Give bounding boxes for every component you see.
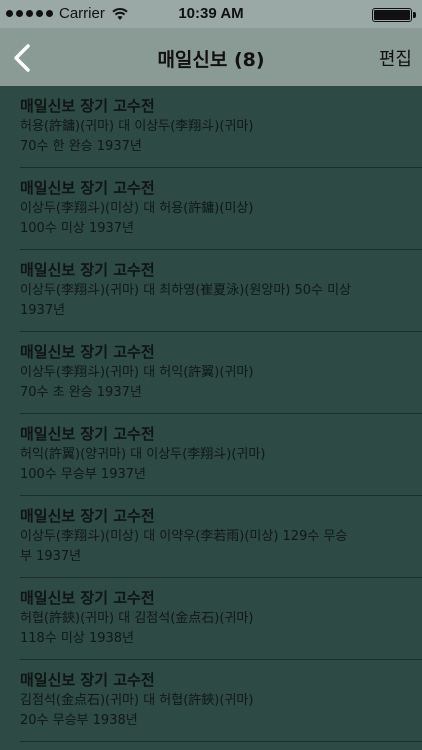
item-title: 매일신보 장기 고수전 — [20, 507, 155, 525]
list-item[interactable]: 매일신보 장기 고수전 허용(許鏞)(귀마) 대 이상두(李翔斗)(귀마) 70… — [0, 86, 422, 168]
list-item[interactable]: 매일신보 장기 고수전 허익(許翼)(양귀마) 대 이상두(李翔斗)(귀마) 1… — [0, 414, 422, 496]
item-result: 70수 한 완승 1937년 — [20, 139, 142, 154]
item-title: 매일신보 장기 고수전 — [20, 179, 155, 197]
chevron-left-icon — [14, 44, 30, 72]
status-time: 10:39 AM — [178, 5, 244, 22]
list-item[interactable]: 매일신보 장기 고수전 이상두(李翔斗)(귀마) 대 허익(許翼)(귀마) 70… — [0, 332, 422, 414]
item-detail: 허협(許鋏)(귀마) 대 김점석(金点石)(귀마) — [20, 611, 254, 626]
item-result: 118수 미상 1938년 — [20, 631, 135, 646]
item-detail: 이상두(李翔斗)(미상) 대 이약우(李若雨)(미상) 129수 무승 — [20, 529, 348, 544]
item-detail: 이상두(李翔斗)(미상) 대 허용(許鏞)(미상) — [20, 201, 254, 216]
item-title: 매일신보 장기 고수전 — [20, 589, 155, 607]
list-item[interactable]: 매일신보 장기 고수전 이상두(李翔斗)(귀마) 대 최하영(崔夏泳)(원앙마)… — [0, 250, 422, 332]
list-item[interactable]: 매일신보 장기 고수전 이상두(李翔斗)(미상) 대 허용(許鏞)(미상) 10… — [0, 168, 422, 250]
item-detail: 이상두(李翔斗)(귀마) 대 최하영(崔夏泳)(원앙마) 50수 미상 — [20, 283, 352, 298]
battery-icon — [372, 8, 416, 22]
item-detail: 허용(許鏞)(귀마) 대 이상두(李翔斗)(귀마) — [20, 119, 254, 134]
edit-button[interactable]: 편집 — [379, 45, 412, 71]
item-title: 매일신보 장기 고수전 — [20, 343, 155, 361]
item-detail: 김점석(金点石)(귀마) 대 허협(許鋏)(귀마) — [20, 693, 254, 708]
item-result: 100수 미상 1937년 — [20, 221, 135, 236]
game-list: 매일신보 장기 고수전 허용(許鏞)(귀마) 대 이상두(李翔斗)(귀마) 70… — [0, 86, 422, 742]
page-title: 매일신보 (8) — [157, 49, 265, 71]
navigation-bar: 매일신보 (8) 편집 — [0, 28, 422, 86]
item-result: 70수 초 완승 1937년 — [20, 385, 142, 400]
list-item[interactable]: 매일신보 장기 고수전 김점석(金点石)(귀마) 대 허협(許鋏)(귀마) 20… — [0, 660, 422, 742]
item-title: 매일신보 장기 고수전 — [20, 671, 155, 689]
item-detail: 허익(許翼)(양귀마) 대 이상두(李翔斗)(귀마) — [20, 447, 266, 462]
item-detail: 이상두(李翔斗)(귀마) 대 허익(許翼)(귀마) — [20, 365, 254, 380]
list-item[interactable]: 매일신보 장기 고수전 이상두(李翔斗)(미상) 대 이약우(李若雨)(미상) … — [0, 496, 422, 578]
item-result: 20수 무승부 1938년 — [20, 713, 138, 728]
item-result: 1937년 — [20, 303, 66, 318]
item-result: 100수 무승부 1937년 — [20, 467, 146, 482]
list-item[interactable]: 매일신보 장기 고수전 허협(許鋏)(귀마) 대 김점석(金点石)(귀마) 11… — [0, 578, 422, 660]
item-result: 부 1937년 — [20, 549, 82, 564]
item-title: 매일신보 장기 고수전 — [20, 261, 155, 279]
item-title: 매일신보 장기 고수전 — [20, 97, 155, 115]
item-title: 매일신보 장기 고수전 — [20, 425, 155, 443]
back-button[interactable] — [6, 38, 42, 78]
status-bar: Carrier 10:39 AM — [0, 0, 422, 28]
